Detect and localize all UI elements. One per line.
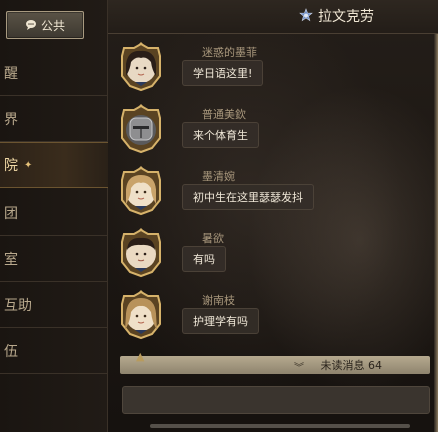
channel-title-text: 拉文克劳 bbox=[318, 9, 374, 25]
channel-header: 拉文克劳 bbox=[108, 0, 438, 34]
avatar[interactable] bbox=[118, 228, 164, 278]
home-indicator-bar bbox=[150, 424, 410, 428]
ravenclaw-crest-icon bbox=[298, 8, 314, 24]
channel-sidebar: 公共 醒 界 院 ✦ 团 室 互助 伍 bbox=[0, 0, 108, 432]
sidebar-item-6[interactable]: 互助 bbox=[0, 282, 108, 328]
avatar[interactable] bbox=[118, 42, 164, 92]
sender-name: 谢南枝 bbox=[202, 294, 235, 307]
sidebar-item-1[interactable]: 醒 bbox=[0, 50, 108, 96]
sidebar-item-label: 界 bbox=[4, 111, 18, 128]
sender-name: 暑欲 bbox=[202, 232, 224, 245]
avatar[interactable] bbox=[118, 166, 164, 216]
avatar[interactable] bbox=[118, 104, 164, 154]
sidebar-item-label: 室 bbox=[4, 251, 18, 268]
sidebar-item-5[interactable]: 室 bbox=[0, 236, 108, 282]
chat-message: 谢南枝 护理学有吗 bbox=[118, 290, 418, 350]
crest-tip-icon: ▲ bbox=[136, 350, 145, 363]
sparkle-icon: ✦ bbox=[24, 159, 33, 171]
sidebar-item-2[interactable]: 界 bbox=[0, 96, 108, 142]
message-input[interactable] bbox=[123, 387, 429, 413]
message-bubble[interactable]: 来个体育生 bbox=[182, 122, 259, 148]
sidebar-item-label: 互助 bbox=[4, 297, 32, 314]
sidebar-item-label: 醒 bbox=[4, 65, 18, 82]
public-channel-label: 公共 bbox=[40, 18, 65, 33]
sidebar-item-label: 院 bbox=[4, 158, 18, 174]
chat-message: 暑欲 有吗 bbox=[118, 228, 418, 288]
unread-messages-bar[interactable]: ▲ ︾ 未读消息 64 bbox=[120, 350, 430, 374]
chat-message: 普通美欽 来个体育生 bbox=[118, 104, 418, 164]
message-bubble[interactable]: 初中生在这里瑟瑟发抖 bbox=[182, 184, 314, 210]
public-channel-button[interactable]: 公共 bbox=[6, 11, 84, 39]
double-chevron-down-icon: ︾ bbox=[294, 363, 304, 374]
sidebar-item-7[interactable]: 伍 bbox=[0, 328, 108, 374]
unread-messages-label: 未读消息 64 bbox=[320, 359, 383, 372]
message-input-container[interactable] bbox=[122, 386, 430, 414]
sender-name: 墨清婉 bbox=[202, 170, 235, 183]
sidebar-item-4[interactable]: 团 bbox=[0, 190, 108, 236]
sender-name: 普通美欽 bbox=[202, 108, 246, 121]
avatar[interactable] bbox=[118, 290, 164, 340]
chat-message: 迷惑的墨菲 学日语这里! bbox=[118, 42, 418, 102]
sidebar-item-label: 伍 bbox=[4, 343, 18, 360]
sidebar-item-label: 团 bbox=[4, 205, 18, 222]
chat-message: 墨清婉 初中生在这里瑟瑟发抖 bbox=[118, 166, 418, 226]
channel-title: 拉文克劳 bbox=[298, 6, 374, 26]
sender-name: 迷惑的墨菲 bbox=[202, 46, 257, 59]
right-edge-frame bbox=[434, 0, 438, 432]
message-bubble[interactable]: 护理学有吗 bbox=[182, 308, 259, 334]
sidebar-item-house[interactable]: 院 ✦ bbox=[0, 142, 108, 188]
message-bubble[interactable]: 学日语这里! bbox=[182, 60, 264, 86]
chat-bubble-icon bbox=[25, 19, 37, 31]
message-bubble[interactable]: 有吗 bbox=[182, 246, 226, 272]
